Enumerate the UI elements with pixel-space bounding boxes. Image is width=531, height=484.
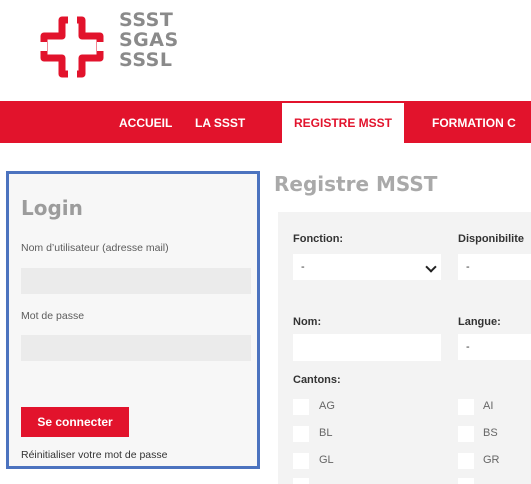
main-nav: ACCUEIL LA SSST REGISTRE MSST FORMATION … [0,101,531,143]
registre-title: Registre MSST [274,172,438,196]
canton-checkbox-bs[interactable] [458,426,474,442]
registre-filter-panel: Fonction: - Disponibilite - Nom: Langue:… [278,212,531,484]
chevron-down-icon [425,261,437,273]
nom-label: Nom: [293,316,322,328]
canton-label-gr: GR [483,454,500,466]
password-input[interactable] [21,335,251,361]
username-label: Nom d’utilisateur (adresse mail) [21,242,169,254]
canton-label-bl: BL [319,427,333,439]
logo[interactable]: SSST SGAS SSSL [38,10,198,80]
canton-label-gl: GL [319,454,334,466]
reset-password-link[interactable]: Réinitialiser votre mot de passe [21,449,167,461]
nav-item-accueil[interactable]: ACCUEIL [119,101,172,143]
canton-checkbox-partial-right[interactable] [458,478,474,484]
disponibilite-label: Disponibilite [458,233,524,245]
canton-checkbox-partial-left[interactable] [293,478,309,484]
disponibilite-select-value: - [466,261,470,273]
langue-label: Langue: [458,316,501,328]
cantons-label: Cantons: [293,374,341,386]
fonction-label: Fonction: [293,233,344,245]
fonction-select[interactable]: - [293,254,441,280]
username-input[interactable] [21,268,251,294]
canton-checkbox-gr[interactable] [458,453,474,469]
logo-line-ssst: SSST [119,9,174,31]
nom-input[interactable] [293,334,441,361]
canton-checkbox-bl[interactable] [293,426,309,442]
canton-label-ag: AG [319,400,335,412]
logo-line-sgas: SGAS [119,29,179,51]
langue-select-value: - [466,341,470,353]
canton-checkbox-ai[interactable] [458,399,474,415]
canton-label-ai: AI [483,400,494,412]
login-panel: Login Nom d’utilisateur (adresse mail) M… [6,171,260,469]
password-label: Mot de passe [21,310,85,322]
nav-item-formation[interactable]: FORMATION C [432,101,516,143]
disponibilite-select[interactable]: - [458,254,531,280]
canton-label-bs: BS [483,427,498,439]
langue-select[interactable]: - [458,334,531,360]
canton-checkbox-ag[interactable] [293,399,309,415]
login-title: Login [21,196,83,220]
fonction-select-value: - [301,261,305,273]
login-button[interactable]: Se connecter [21,407,129,437]
nav-item-la-ssst[interactable]: LA SSST [195,101,245,143]
nav-item-registre-msst[interactable]: REGISTRE MSST [282,101,405,143]
canton-checkbox-gl[interactable] [293,453,309,469]
logo-line-sssl: SSSL [119,49,173,71]
swiss-cross-icon [38,16,106,78]
logo-text: SSST SGAS SSSL [119,10,179,70]
